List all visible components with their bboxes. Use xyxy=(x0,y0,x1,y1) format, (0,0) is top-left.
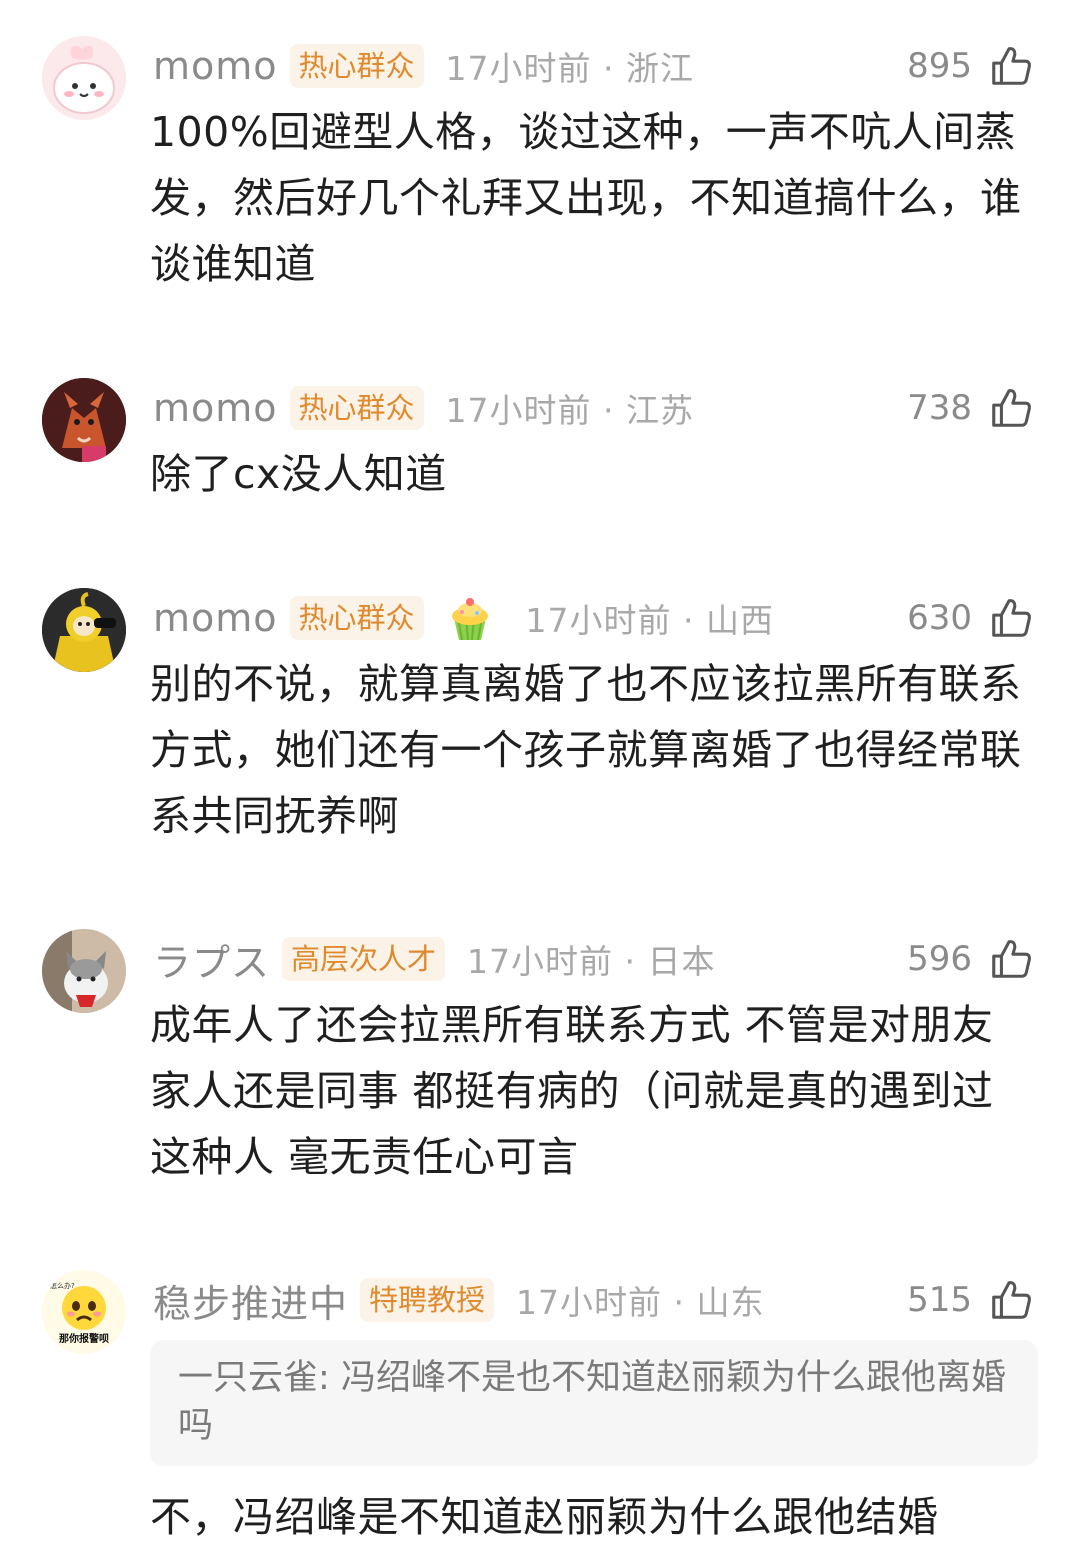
like-button[interactable]: 515 xyxy=(907,1270,1034,1330)
user-badge: 特聘教授 xyxy=(360,1278,495,1322)
timestamp-location: 17小时前 · 日本 xyxy=(467,942,716,981)
avatar[interactable] xyxy=(42,588,126,672)
comment-meta: momo 热心群众 17小时前 · 山西 xyxy=(153,588,774,648)
user-badge: 热心群众 xyxy=(289,596,424,640)
comment-meta: momo 热心群众 17小时前 · 江苏 xyxy=(153,378,694,438)
avatar-caption: 那你报警呗 xyxy=(59,1332,109,1345)
comment-text: 别的不说，就算真离婚了也不应该拉黑所有联系方式，她们还有一个孩子就算离婚了也得经… xyxy=(150,660,1022,840)
user-badge: 热心群众 xyxy=(289,386,424,430)
like-button[interactable]: 630 xyxy=(907,588,1034,648)
comment-meta: 稳步推进中 特聘教授 17小时前 · 山东 xyxy=(153,1270,765,1330)
like-count: 895 xyxy=(907,46,972,86)
like-count: 596 xyxy=(907,939,972,979)
user-badge: 高层次人才 xyxy=(282,937,446,981)
teletubby-icon xyxy=(42,588,126,672)
thumbs-up-icon xyxy=(992,940,1031,978)
cat-icon xyxy=(42,929,126,1013)
like-count: 738 xyxy=(907,388,972,428)
like-count: 515 xyxy=(907,1280,972,1320)
comment-text: 除了cx没人知道 xyxy=(150,450,447,498)
like-button[interactable]: 895 xyxy=(907,36,1034,96)
quoted-reply[interactable]: 一只云雀: 冯绍峰不是也不知道赵丽颖为什么跟他离婚吗 xyxy=(150,1340,1038,1466)
fox-character-icon xyxy=(42,378,126,462)
pink-bunny-icon xyxy=(42,36,126,120)
thumbs-up-icon xyxy=(992,1281,1031,1319)
username[interactable]: momo xyxy=(153,386,278,430)
username[interactable]: ラプス xyxy=(153,932,270,987)
comment-text: 100%回避型人格，谈过这种，一声不吭人间蒸发，然后好几个礼拜又出现，不知道搞什… xyxy=(150,108,1022,288)
comment-text: 成年人了还会拉黑所有联系方式 不管是对朋友家人还是同事 都挺有病的（问就是真的遇… xyxy=(150,1001,994,1181)
username[interactable]: 稳步推进中 xyxy=(153,1273,348,1328)
user-badge: 热心群众 xyxy=(289,44,424,88)
timestamp-location: 17小时前 · 江苏 xyxy=(445,391,695,430)
like-button[interactable]: 738 xyxy=(907,378,1034,438)
avatar[interactable] xyxy=(42,929,126,1013)
comment-meta: momo 热心群众 17小时前 · 浙江 xyxy=(153,36,694,96)
thumbs-up-icon xyxy=(992,47,1031,85)
avatar[interactable] xyxy=(42,378,126,462)
like-count: 630 xyxy=(907,598,972,638)
avatar[interactable]: 怎么办? 那你报警呗 xyxy=(42,1270,126,1354)
cupcake-icon xyxy=(451,598,488,641)
avatar[interactable] xyxy=(42,36,126,120)
username[interactable]: momo xyxy=(153,596,278,640)
thumbs-up-icon xyxy=(992,599,1031,637)
quoted-username: 一只云雀: xyxy=(178,1358,330,1398)
comment-meta: ラプス 高层次人才 17小时前 · 日本 xyxy=(153,929,716,989)
like-button[interactable]: 596 xyxy=(907,929,1034,989)
timestamp-location: 17小时前 · 山东 xyxy=(516,1283,765,1322)
crying-emoji-icon: 怎么办? 那你报警呗 xyxy=(42,1270,126,1354)
thumbs-up-icon xyxy=(992,389,1031,427)
timestamp-location: 17小时前 · 山西 xyxy=(525,601,775,640)
username[interactable]: momo xyxy=(153,44,278,88)
timestamp-location: 17小时前 · 浙江 xyxy=(445,49,695,88)
comment-text: 不，冯绍峰是不知道赵丽颖为什么跟他结婚 xyxy=(150,1493,939,1541)
avatar-small-text: 怎么办? xyxy=(50,1281,75,1290)
